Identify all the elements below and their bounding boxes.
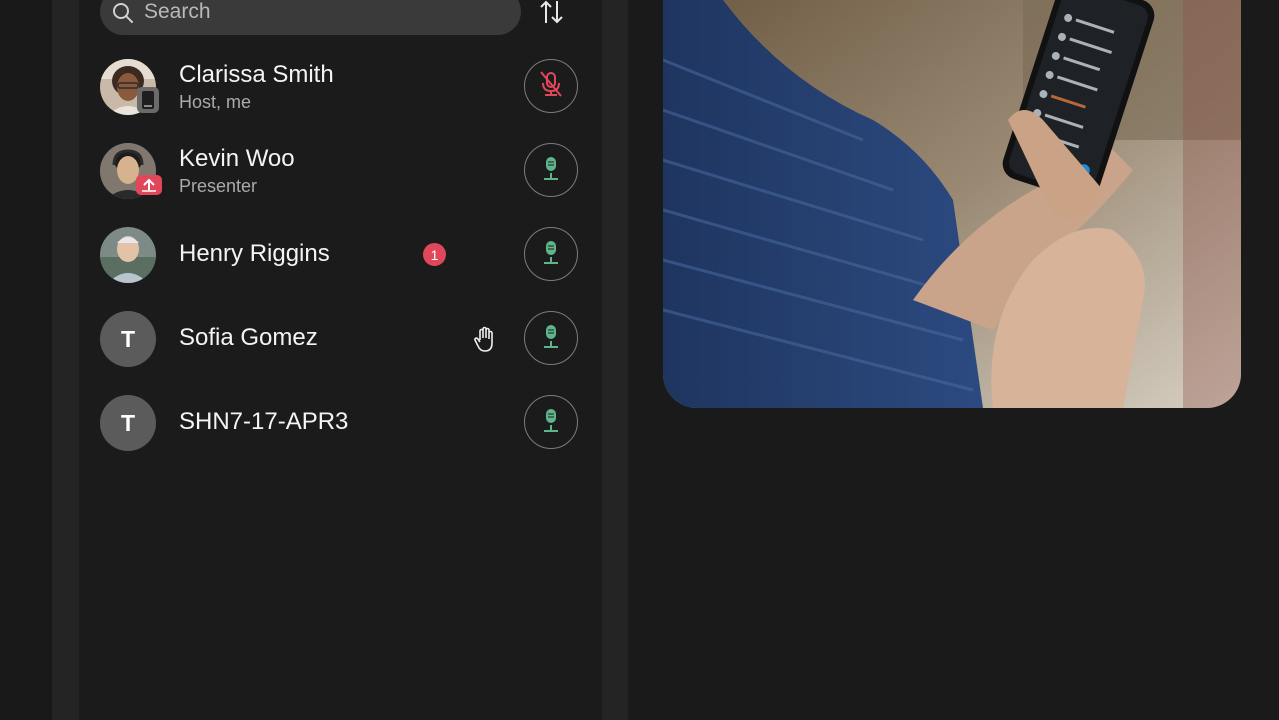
participant-role: Host, me	[179, 92, 252, 112]
participant-row[interactable]: Clarissa Smith Host, me	[100, 59, 580, 115]
participant-row[interactable]: Kevin Woo Presenter	[100, 143, 580, 199]
avatar: T	[100, 395, 156, 451]
participant-row[interactable]: T Sofia Gomez	[100, 311, 580, 367]
participant-row[interactable]: T SHN7-17-APR3	[100, 395, 580, 451]
left-edge-strip	[0, 0, 52, 720]
presenter-video-image	[663, 0, 1241, 408]
participant-row[interactable]: Henry Riggins 1	[100, 227, 580, 283]
share-screen-icon	[136, 175, 162, 195]
participant-name: Kevin Woo	[179, 145, 295, 172]
sort-icon	[538, 0, 566, 30]
mute-toggle-button[interactable]	[524, 227, 578, 281]
avatar	[100, 227, 156, 283]
sort-button[interactable]	[536, 0, 568, 28]
mic-muted-icon	[539, 70, 563, 103]
mute-toggle-button[interactable]	[524, 143, 578, 197]
phone-icon	[137, 87, 159, 113]
participant-name: Sofia Gomez	[179, 324, 318, 351]
mute-toggle-button[interactable]	[524, 59, 578, 113]
mic-icon	[539, 154, 563, 187]
search-input[interactable]: Search	[100, 0, 521, 35]
notification-badge: 1	[423, 243, 446, 266]
participant-name: SHN7-17-APR3	[179, 408, 349, 435]
avatar: T	[100, 311, 156, 367]
participant-role: Presenter	[179, 176, 258, 196]
search-placeholder: Search	[144, 0, 211, 23]
mic-icon	[539, 238, 563, 271]
video-stage[interactable]	[663, 0, 1241, 408]
mic-icon	[539, 406, 563, 439]
raised-hand-icon	[472, 325, 498, 353]
search-icon	[112, 2, 134, 24]
participant-name: Clarissa Smith	[179, 61, 334, 88]
participant-name: Henry Riggins	[179, 240, 330, 267]
mute-toggle-button[interactable]	[524, 311, 578, 365]
mute-toggle-button[interactable]	[524, 395, 578, 449]
mic-icon	[539, 322, 563, 355]
